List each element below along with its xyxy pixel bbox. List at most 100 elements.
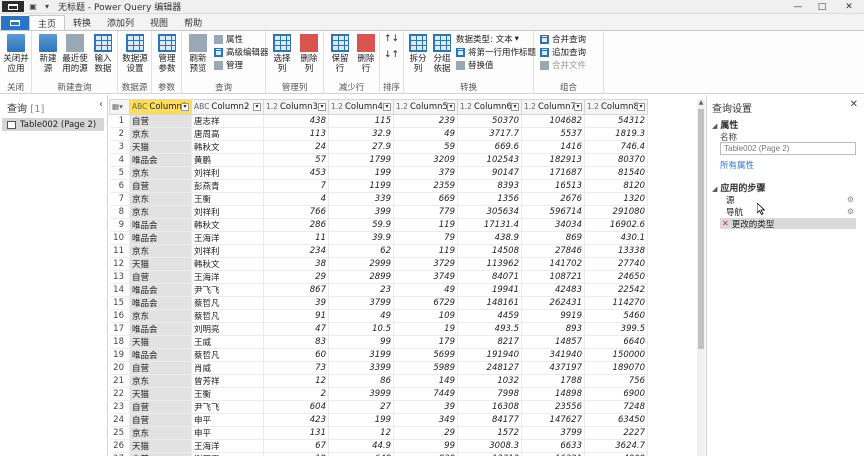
type-icon[interactable]: 1.2: [331, 102, 343, 111]
tab-home[interactable]: 主页: [29, 15, 66, 30]
table-cell[interactable]: 自营: [129, 361, 192, 375]
table-cell[interactable]: 91: [263, 309, 329, 323]
table-cell[interactable]: 47: [263, 322, 329, 336]
column-header[interactable]: ABC Column1 ▾: [129, 99, 192, 115]
applied-steps-header[interactable]: ◢ 应用的步骤: [712, 181, 765, 194]
table-cell[interactable]: 44.9: [328, 439, 394, 453]
table-cell[interactable]: 唯品会: [129, 218, 192, 232]
table-cell[interactable]: 12312: [457, 452, 522, 456]
table-cell[interactable]: 604: [263, 400, 329, 414]
table-cell[interactable]: 4459: [457, 309, 522, 323]
table-cell[interactable]: 893: [521, 322, 585, 336]
table-cell[interactable]: 399.5: [584, 322, 648, 336]
table-cell[interactable]: 蔡哲凡: [191, 309, 264, 323]
column-header[interactable]: 1.2 Column6 ▾: [457, 99, 522, 115]
table-cell[interactable]: 115: [328, 114, 394, 128]
table-cell[interactable]: 63450: [584, 413, 648, 427]
table-cell[interactable]: 29: [393, 426, 458, 440]
table-cell[interactable]: 唐周高: [191, 127, 264, 141]
table-cell[interactable]: 1416: [521, 140, 585, 154]
table-cell[interactable]: 399: [328, 205, 394, 219]
app-menu-button[interactable]: [2, 1, 24, 12]
keep-rows-button[interactable]: 保留 行: [326, 34, 354, 74]
table-cell[interactable]: 19: [263, 452, 329, 456]
filter-dropdown-icon[interactable]: ▾: [447, 103, 455, 111]
table-cell[interactable]: 199: [328, 413, 394, 427]
table-cell[interactable]: 113962: [457, 257, 522, 271]
table-cell[interactable]: 王衡: [191, 192, 264, 206]
table-cell[interactable]: 119: [393, 244, 458, 258]
properties-section-header[interactable]: ◢ 属性: [712, 118, 738, 131]
table-cell[interactable]: 刘祥利: [191, 205, 264, 219]
tab-add-column[interactable]: 添加列: [99, 15, 142, 30]
table-cell[interactable]: 彭燕青: [191, 179, 264, 193]
table-cell[interactable]: 5460: [584, 309, 648, 323]
table-cell[interactable]: 黄鹏: [191, 153, 264, 167]
table-cell[interactable]: 147627: [521, 413, 585, 427]
table-cell[interactable]: 3717.7: [457, 127, 522, 141]
table-cell[interactable]: 8120: [584, 179, 648, 193]
table-cell[interactable]: 239: [393, 114, 458, 128]
table-cell[interactable]: 唯品会: [129, 231, 192, 245]
table-cell[interactable]: 23: [328, 283, 394, 297]
table-cell[interactable]: 自营: [129, 413, 192, 427]
table-cell[interactable]: 天猫: [129, 140, 192, 154]
tab-transform[interactable]: 转换: [65, 15, 99, 30]
table-row[interactable]: 14 唯品会 尹飞飞 867 23 49 19941 42483 22542: [109, 283, 648, 297]
table-row[interactable]: 12 天猫 韩秋文 38 2999 3729 113962 141702 27740: [109, 257, 648, 271]
filter-dropdown-icon[interactable]: ▾: [318, 103, 326, 111]
table-cell[interactable]: 86: [328, 374, 394, 388]
table-cell[interactable]: 申平: [191, 426, 264, 440]
table-cell[interactable]: 1788: [521, 374, 585, 388]
table-cell[interactable]: 京东: [129, 426, 192, 440]
table-cell[interactable]: 746.4: [584, 140, 648, 154]
table-cell[interactable]: 10.5: [328, 322, 394, 336]
table-cell[interactable]: 99: [328, 335, 394, 349]
table-cell[interactable]: 756: [584, 374, 648, 388]
table-cell[interactable]: 唯品会: [129, 348, 192, 362]
table-cell[interactable]: 2899: [328, 270, 394, 284]
table-cell[interactable]: 1032: [457, 374, 522, 388]
table-cell[interactable]: 韩秋文: [191, 218, 264, 232]
scrollbar-thumb[interactable]: [698, 109, 704, 349]
table-row[interactable]: 8 京东 刘祥利 766 399 779 305634 596714 291080: [109, 205, 648, 219]
table-cell[interactable]: 349: [393, 413, 458, 427]
table-cell[interactable]: 14508: [457, 244, 522, 258]
table-cell[interactable]: 3008.3: [457, 439, 522, 453]
step-navigation[interactable]: 导航 ⚙: [720, 206, 856, 218]
table-cell[interactable]: 14857: [521, 335, 585, 349]
table-row[interactable]: 22 天猫 王衡 2 3999 7449 7998 14898 6900: [109, 387, 648, 401]
table-cell[interactable]: 119: [393, 218, 458, 232]
table-cell[interactable]: 839: [393, 452, 458, 456]
table-cell[interactable]: 131: [263, 426, 329, 440]
step-changed-type[interactable]: ✕ 更改的类型: [720, 218, 856, 230]
table-cell[interactable]: 23556: [521, 400, 585, 414]
close-button[interactable]: ✕: [834, 0, 864, 14]
table-row[interactable]: 24 自营 申平 423 199 349 84177 147627 63450: [109, 413, 648, 427]
table-cell[interactable]: 49: [393, 127, 458, 141]
table-cell[interactable]: 5537: [521, 127, 585, 141]
merge-queries-button[interactable]: 合并查询: [540, 33, 586, 45]
table-row[interactable]: 21 京东 曾芳祥 12 86 149 1032 1788 756: [109, 374, 648, 388]
type-icon[interactable]: 1.2: [524, 102, 536, 111]
advanced-editor-button[interactable]: 高级编辑器: [214, 46, 269, 58]
table-cell[interactable]: 京东: [129, 244, 192, 258]
table-cell[interactable]: 12: [263, 374, 329, 388]
table-cell[interactable]: 262431: [521, 296, 585, 310]
table-cell[interactable]: 蔡哲凡: [191, 348, 264, 362]
table-cell[interactable]: 24650: [584, 270, 648, 284]
table-cell[interactable]: 3749: [393, 270, 458, 284]
column-header[interactable]: 1.2 Column7 ▾: [521, 99, 585, 115]
table-cell[interactable]: 669: [393, 192, 458, 206]
table-cell[interactable]: 蔡哲凡: [191, 296, 264, 310]
table-cell[interactable]: 149: [393, 374, 458, 388]
table-cell[interactable]: 唯品会: [129, 283, 192, 297]
table-cell[interactable]: 天猫: [129, 439, 192, 453]
table-cell[interactable]: 2999: [328, 257, 394, 271]
table-cell[interactable]: 67: [263, 439, 329, 453]
table-cell[interactable]: 150000: [584, 348, 648, 362]
table-cell[interactable]: 1572: [457, 426, 522, 440]
table-cell[interactable]: 1356: [457, 192, 522, 206]
table-cell[interactable]: 尹飞飞: [191, 400, 264, 414]
filter-dropdown-icon[interactable]: ▾: [383, 103, 391, 111]
